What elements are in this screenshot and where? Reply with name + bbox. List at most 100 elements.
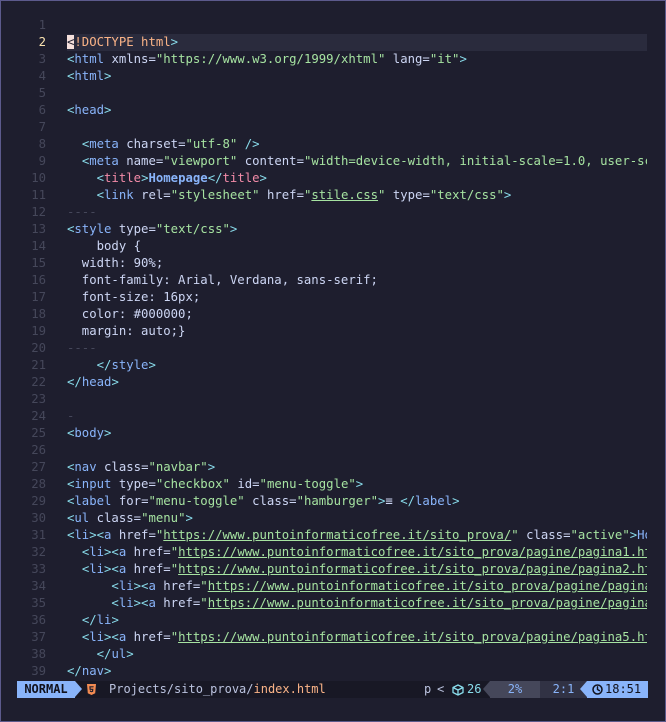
code-line[interactable]: 24 - [1,408,665,425]
editor-buffer[interactable]: 1 2 <!DOCTYPE html> 3 <html xmlns="https://w… [1,17,665,680]
code-token: = [163,545,171,559]
code-line[interactable]: 12 ---- [1,204,665,221]
code-line[interactable]: 23 [1,391,665,408]
code-token: >< [104,630,119,644]
code-content: <head> [67,102,647,119]
percent-separator [483,681,490,697]
line-number: 3 [38,52,46,66]
line-number: 39 [31,664,46,678]
code-line[interactable]: 17 font-size: 16px; [1,289,665,306]
line-number: 20 [31,341,46,355]
code-line[interactable]: 32 <li><a href="https://www.puntoinforma… [1,544,665,561]
code-line[interactable]: 9 <meta name="viewport" content="width=d… [1,153,665,170]
code-line[interactable]: 11 <link rel="stylesheet" href="stile.cs… [1,187,665,204]
code-token: </ [81,613,97,627]
clock: 18:51 [587,681,648,698]
code-token: > [111,375,119,389]
code-line[interactable]: 31 <li><a href="https://www.puntoinformat… [1,527,665,544]
code-line[interactable]: 33 <li><a href="https://www.puntoinforma… [1,561,665,578]
code-token: href [118,528,149,542]
code-token: type [118,477,149,491]
code-token: > [126,647,134,661]
code-token: "menu-toggle" [148,494,245,508]
code-line[interactable]: 2 <!DOCTYPE html> [1,34,665,51]
code-line[interactable]: 15 width: 90%; [1,255,665,272]
code-line[interactable]: 22 </head> [1,374,665,391]
line-number: 21 [31,358,46,372]
code-line[interactable]: 4 <html> [1,68,665,85]
code-line[interactable]: 18 color: #000000; [1,306,665,323]
code-line[interactable]: 3 <html xmlns="https://www.w3.org/1999/xh… [1,51,665,68]
code-content: <nav class="navbar"> [67,459,647,476]
code-token: " [170,630,179,644]
code-token: >< [104,562,119,576]
code-line[interactable]: 35 <li><a href="https://www.puntoinforma… [1,595,665,612]
code-token: "active" [570,528,630,542]
code-token: "width=device-width, initial-scale=1.0, … [303,154,647,168]
code-line[interactable]: 28 <input type="checkbox" id="menu-toggle… [1,476,665,493]
code-line[interactable]: 34 <li><a href="https://www.puntoinforma… [1,578,665,595]
code-line[interactable]: 6 <head> [1,102,665,119]
code-token: "viewport" [163,154,238,168]
code-token: link [104,188,134,202]
code-token: class [526,528,564,542]
code-token: > [503,188,512,202]
line-number: 37 [31,630,46,644]
code-line[interactable]: 38 </ul> [1,646,665,663]
code-line[interactable]: 10 <title>Homepage</title> [1,170,665,187]
code-token: href [133,545,164,559]
line-number: 14 [31,239,46,253]
code-token: font-size: 16px; [67,290,201,304]
code-line[interactable]: 7 [1,119,665,136]
code-token: < [96,171,105,185]
line-number: 34 [31,579,46,593]
code-line[interactable]: 36 </li> [1,612,665,629]
code-line[interactable]: 13 <style type="text/css"> [1,221,665,238]
code-token: = [296,188,304,202]
line-number: 33 [31,562,46,576]
code-token: /> [244,137,260,151]
code-content [67,442,647,459]
code-line[interactable]: 37 <li><a href="https://www.puntoinforma… [1,629,665,646]
code-line[interactable]: 20 ---- [1,340,665,357]
line-number: 16 [31,273,46,287]
code-token: class [96,511,134,525]
line-number: 38 [31,647,46,661]
code-line[interactable]: 30 <ul class="menu"> [1,510,665,527]
chevron-left-icon: < [437,682,445,696]
code-line[interactable]: 27 <nav class="navbar"> [1,459,665,476]
code-content: <title>Homepage</title> [67,170,647,187]
code-line[interactable]: 14 body { [1,238,665,255]
code-token: meta [89,154,119,168]
code-line[interactable]: 19 margin: auto;} [1,323,665,340]
code-line[interactable]: 29 <label for="menu-toggle" class="hambur… [1,493,665,510]
code-content: <!DOCTYPE html> [67,34,647,51]
code-token: </ [207,171,223,185]
code-token: href [133,630,164,644]
code-line[interactable]: 5 [1,85,665,102]
code-token: > [170,35,179,49]
code-content [67,17,647,34]
code-line[interactable]: 26 [1,442,665,459]
code-token: li [89,630,105,644]
code-line[interactable]: 16 font-family: Arial, Verdana, sans-ser… [1,272,665,289]
code-line[interactable]: 8 <meta charset="utf-8" /> [1,136,665,153]
code-token: content [244,154,297,168]
code-token: "text/css" [155,222,230,236]
code-line[interactable]: 39 </nav> [1,663,665,680]
code-token: nav [81,664,105,678]
line-number: 15 [31,256,46,270]
code-token: charset [126,137,179,151]
code-token: nav [74,460,97,474]
code-content: <li><a href="https://www.puntoinformatic… [67,629,647,646]
code-line[interactable]: 21 </style> [1,357,665,374]
code-token: li [89,545,105,559]
code-line[interactable]: 1 [1,17,665,34]
code-line[interactable]: 25 <body> [1,425,665,442]
